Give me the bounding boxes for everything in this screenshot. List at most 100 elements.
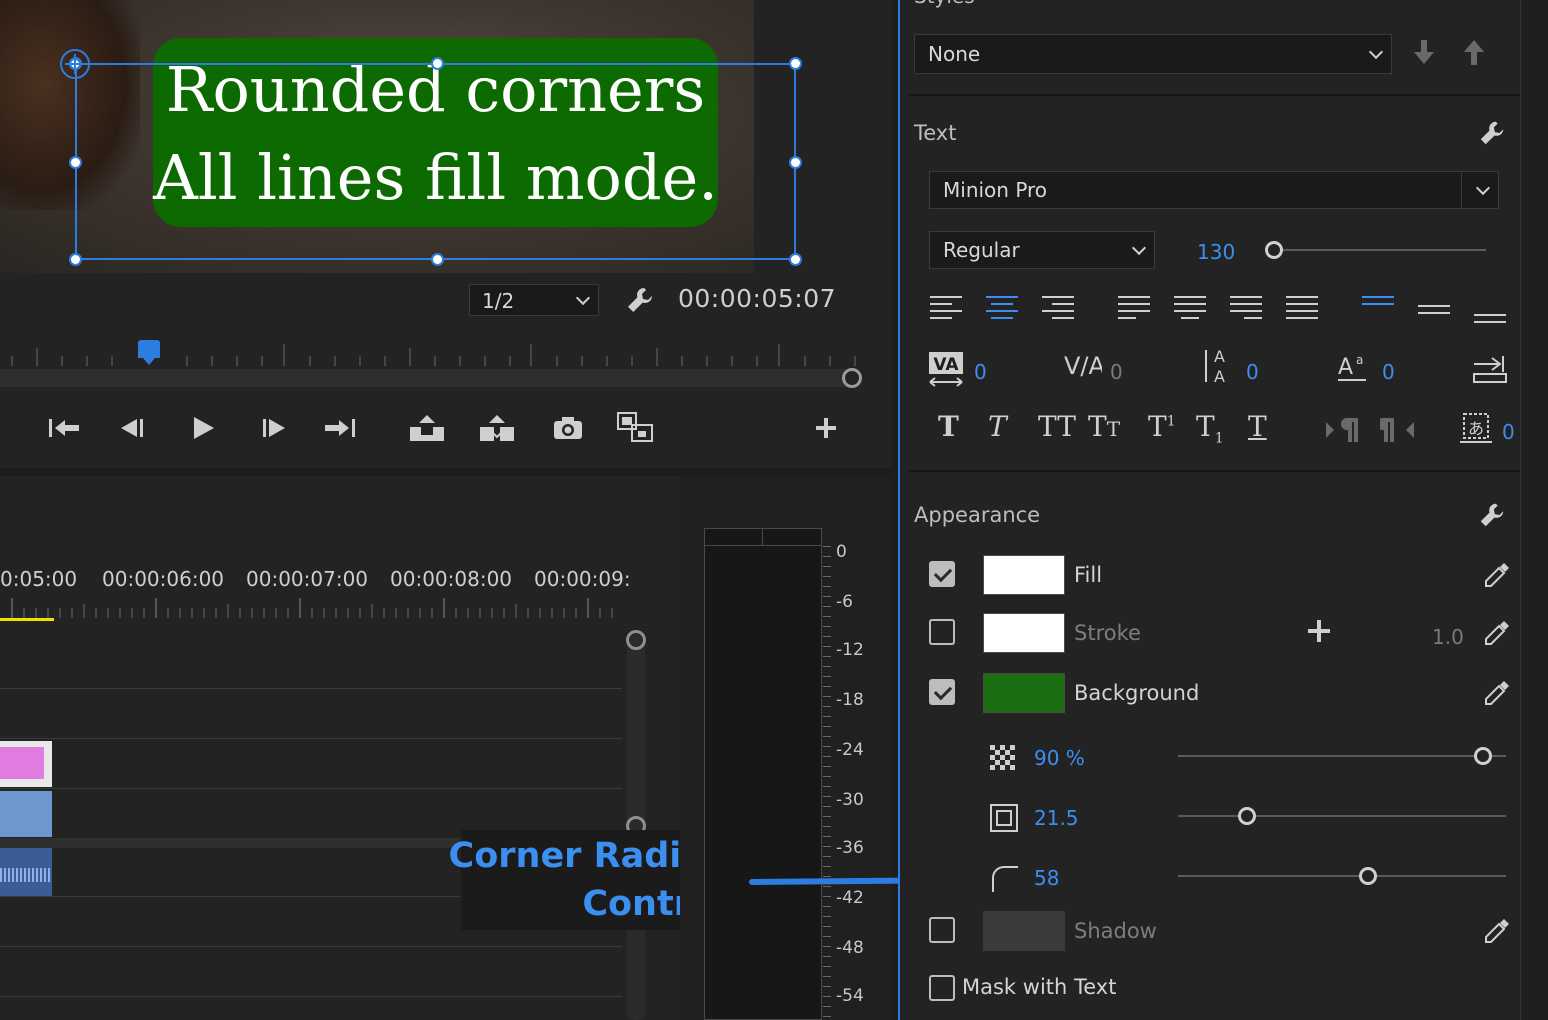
align-middle-icon[interactable] <box>1418 296 1450 324</box>
font-size-slider[interactable] <box>1270 249 1486 251</box>
video-clip[interactable] <box>0 791 52 837</box>
chevron-down-icon <box>1131 240 1147 256</box>
mask-with-text-checkbox[interactable] <box>929 975 955 1001</box>
underline-icon[interactable]: T <box>1248 410 1267 443</box>
stroke-eyedropper-icon[interactable] <box>1482 618 1512 648</box>
go-to-out-icon[interactable] <box>320 408 360 448</box>
resize-handle-top[interactable] <box>431 57 444 70</box>
zoom-level-value: 1/2 <box>482 289 515 313</box>
faux-italic-icon[interactable]: T <box>988 410 1007 443</box>
text-wrench-icon[interactable] <box>1477 118 1507 148</box>
align-bottom-icon[interactable] <box>1474 296 1506 324</box>
step-forward-icon[interactable] <box>254 408 294 448</box>
fill-eyedropper-icon[interactable] <box>1482 560 1512 590</box>
audio-clip[interactable] <box>0 848 52 896</box>
all-caps-icon[interactable]: TT <box>1038 410 1076 443</box>
baseline-shift-value[interactable]: 0 <box>1382 360 1395 384</box>
faux-bold-icon[interactable]: T <box>938 410 959 443</box>
timeline-time-ruler[interactable] <box>0 594 620 620</box>
stroke-checkbox[interactable] <box>929 619 955 645</box>
resize-handle-bottom-right[interactable] <box>789 253 802 266</box>
font-size-value[interactable]: 130 <box>1197 240 1235 264</box>
tsume-value[interactable]: 0 <box>1502 420 1515 444</box>
tracking-value[interactable]: 0 <box>1110 360 1123 384</box>
play-icon[interactable] <box>182 408 222 448</box>
background-opacity-value[interactable]: 90 % <box>1034 746 1085 770</box>
align-left-icon[interactable] <box>930 296 962 324</box>
extract-icon[interactable] <box>477 408 517 448</box>
appearance-section-label: Appearance <box>914 503 1041 527</box>
compare-view-icon[interactable] <box>616 408 656 448</box>
corner-radius-value[interactable]: 58 <box>1034 866 1059 890</box>
stroke-width-value[interactable]: 1.0 <box>1432 625 1464 649</box>
sync-style-up-icon[interactable] <box>1460 38 1488 75</box>
styles-select[interactable]: None <box>914 34 1392 74</box>
subscript-icon[interactable]: T1 <box>1196 410 1224 447</box>
meter-peak-indicators[interactable] <box>704 528 822 546</box>
resize-handle-bottom[interactable] <box>431 253 444 266</box>
wrench-icon[interactable] <box>624 284 656 316</box>
kerning-value[interactable]: 0 <box>974 360 987 384</box>
font-family-select[interactable]: Minion Pro <box>929 171 1499 209</box>
justify-all-icon[interactable] <box>1286 296 1318 324</box>
anchor-point-icon[interactable] <box>60 49 90 79</box>
background-color-swatch[interactable] <box>983 673 1065 713</box>
resize-handle-left[interactable] <box>69 156 82 169</box>
add-button-icon[interactable] <box>806 408 846 448</box>
stroke-color-swatch[interactable] <box>983 613 1065 653</box>
panel-scroll-strip[interactable] <box>1520 0 1548 1020</box>
resize-handle-top-right[interactable] <box>789 57 802 70</box>
shadow-eyedropper-icon[interactable] <box>1482 916 1512 946</box>
justify-last-right-icon[interactable] <box>1230 296 1262 324</box>
push-style-down-icon[interactable] <box>1410 38 1438 75</box>
background-opacity-slider[interactable] <box>1178 755 1506 757</box>
graphic-clip[interactable] <box>0 741 52 787</box>
scrollbar-end-handle[interactable] <box>842 368 862 388</box>
meter-scale-ticks <box>823 546 831 1020</box>
justify-last-center-icon[interactable] <box>1174 296 1206 324</box>
audio-meter <box>704 528 822 1020</box>
align-center-icon[interactable] <box>986 296 1018 324</box>
shadow-checkbox[interactable] <box>929 917 955 943</box>
background-eyedropper-icon[interactable] <box>1482 678 1512 708</box>
go-to-in-icon[interactable] <box>44 408 84 448</box>
background-opacity-slider-knob[interactable] <box>1474 747 1493 765</box>
leading-value[interactable]: 0 <box>1246 360 1259 384</box>
tab-width-icon[interactable] <box>1472 352 1508 386</box>
monitor-time-ruler[interactable] <box>0 340 870 370</box>
justify-last-left-icon[interactable] <box>1118 296 1150 324</box>
zoom-level-select[interactable]: 1/2 <box>469 284 599 316</box>
selection-bounding-box[interactable] <box>69 57 802 266</box>
background-size-slider[interactable] <box>1178 815 1506 817</box>
background-size-slider-knob[interactable] <box>1237 807 1256 825</box>
add-stroke-icon[interactable] <box>1306 618 1332 644</box>
ltr-paragraph-icon[interactable] <box>1324 416 1360 444</box>
small-caps-icon[interactable]: TT <box>1088 410 1120 443</box>
rtl-paragraph-icon[interactable] <box>1376 416 1416 444</box>
export-frame-icon[interactable] <box>548 408 588 448</box>
align-top-icon[interactable] <box>1362 296 1394 324</box>
font-style-select[interactable]: Regular <box>929 231 1155 269</box>
svg-text:a: a <box>1356 353 1363 367</box>
background-size-value[interactable]: 21.5 <box>1034 806 1079 830</box>
appearance-wrench-icon[interactable] <box>1477 500 1507 530</box>
resize-handle-bottom-left[interactable] <box>69 253 82 266</box>
align-right-icon[interactable] <box>1042 296 1074 324</box>
svg-text:A: A <box>1214 347 1225 366</box>
monitor-zoom-scrollbar[interactable] <box>0 369 846 387</box>
corner-radius-slider[interactable] <box>1178 875 1506 877</box>
lift-icon[interactable] <box>407 408 447 448</box>
step-back-icon[interactable] <box>112 408 152 448</box>
scrollbar-top-handle[interactable] <box>626 630 646 650</box>
superscript-icon[interactable]: T1 <box>1148 410 1176 443</box>
playhead-timecode[interactable]: 00:00:05:07 <box>678 284 836 313</box>
fill-checkbox[interactable] <box>929 561 955 587</box>
chevron-down-icon <box>1475 180 1491 196</box>
timeline-timecode: 0:05:00 <box>0 567 78 591</box>
timeline-timecode: 00:00:07:00 <box>246 567 369 591</box>
background-checkbox[interactable] <box>929 679 955 705</box>
resize-handle-right[interactable] <box>789 156 802 169</box>
monitor-playhead[interactable] <box>138 340 160 365</box>
fill-color-swatch[interactable] <box>983 555 1065 595</box>
shadow-color-swatch[interactable] <box>983 911 1065 951</box>
